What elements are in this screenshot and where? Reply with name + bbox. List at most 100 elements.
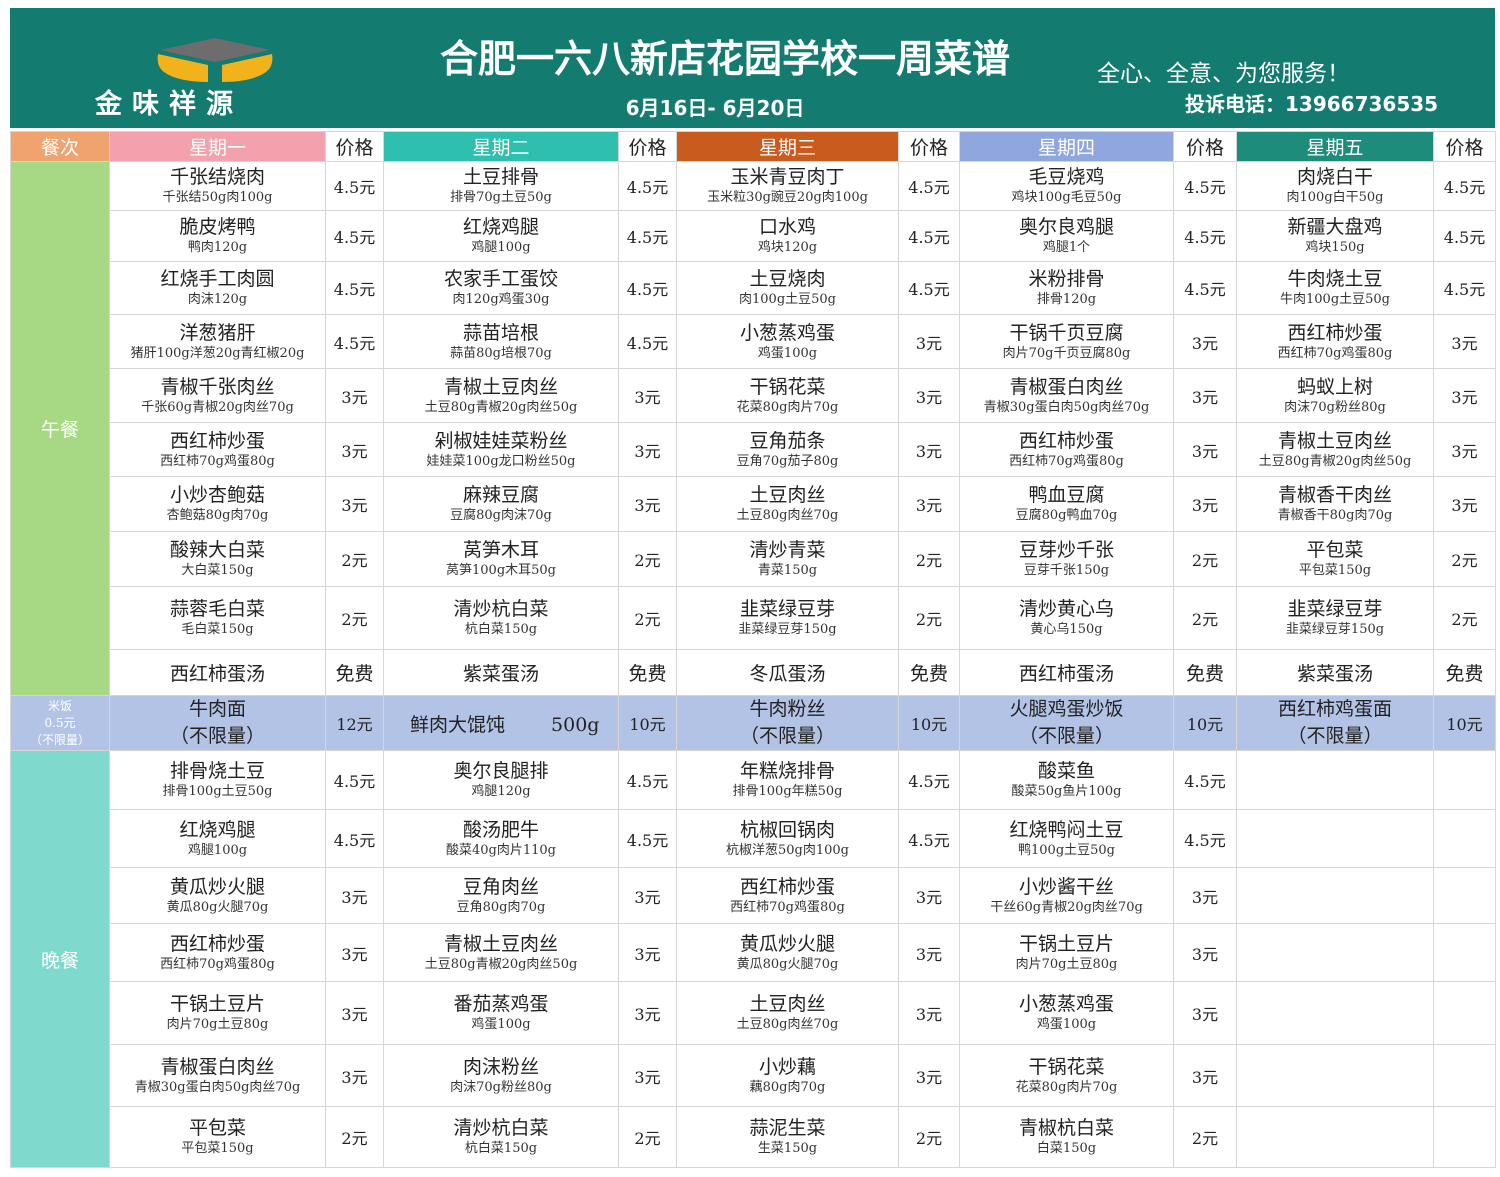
dish-ingredients: 千张60g青椒20g肉丝70g bbox=[141, 399, 294, 415]
price-cell: 3元 bbox=[1173, 314, 1237, 369]
dish-name: 米粉排骨 bbox=[1028, 268, 1105, 290]
dish-cell: 清炒杭白菜 杭白菜150g bbox=[383, 1106, 619, 1168]
dish-cell: 牛肉烧土豆 牛肉100g土豆50g bbox=[1236, 261, 1434, 315]
dish-name: 豆角茄条 bbox=[749, 429, 826, 452]
empty-cell bbox=[1433, 867, 1496, 924]
dish-name: 酸菜鱼 bbox=[1037, 760, 1095, 782]
dish-name: 青椒杭白菜 bbox=[1018, 1117, 1114, 1139]
dish-ingredients: 鸡腿120g bbox=[471, 784, 531, 799]
dish-cell: 清炒青菜 青菜150g bbox=[676, 531, 899, 587]
dish-cell: 蒜蓉毛白菜 毛白菜150g bbox=[109, 586, 326, 650]
dish-ingredients: 西红柿70g鸡蛋80g bbox=[730, 899, 845, 915]
price-cell: 4.5元 bbox=[898, 750, 960, 810]
price-cell: 4.5元 bbox=[898, 210, 960, 262]
dish-cell: 青椒土豆肉丝 土豆80g青椒20g肉丝50g bbox=[1236, 422, 1434, 477]
dish-name: 红烧鸡腿 bbox=[462, 216, 539, 238]
dish-ingredients: 杭白菜150g bbox=[464, 1141, 538, 1156]
dish-name: 清炒黄心乌 bbox=[1018, 598, 1114, 620]
price-cell: 4.5元 bbox=[325, 809, 384, 868]
price-cell: 10元 bbox=[1433, 695, 1496, 751]
price-cell: 4.5元 bbox=[618, 210, 677, 262]
dish-cell: 红烧鸡腿鸡腿100g bbox=[383, 210, 619, 262]
dish-name: 毛豆烧鸡 bbox=[1028, 166, 1105, 188]
dish-cell: 干锅花菜 花菜80g肉片70g bbox=[959, 1044, 1174, 1107]
dish-ingredients: 豆角80g肉70g bbox=[456, 899, 546, 915]
dish-ingredients: 肉沫120g bbox=[187, 292, 248, 307]
dish-ingredients: 排骨70g土豆50g bbox=[450, 190, 552, 205]
empty-cell bbox=[1236, 867, 1434, 924]
dish-cell: 韭菜绿豆芽 韭菜绿豆芽150g bbox=[1236, 586, 1434, 650]
price-cell: 3元 bbox=[1433, 422, 1496, 477]
price-cell: 10元 bbox=[618, 695, 677, 751]
dish-name: 青椒土豆肉丝 bbox=[1277, 429, 1392, 452]
dish-name: 西红柿炒蛋 bbox=[739, 875, 835, 898]
dish-name: 韭菜绿豆芽 bbox=[1287, 598, 1383, 620]
dish-cell: 干锅千页豆腐 肉片70g千页豆腐80g bbox=[959, 314, 1174, 369]
meal-rice-label-text: 米饭 bbox=[47, 698, 72, 713]
dish-name: 蒜泥生菜 bbox=[749, 1117, 826, 1139]
dish-name: 韭菜绿豆芽 bbox=[739, 598, 835, 620]
table-row: 午餐 千张结烧肉 千张结50g肉100g 4.5元 土豆排骨 排骨70g土豆50g 4.5元… bbox=[10, 161, 1496, 696]
price-cell: 12元 bbox=[325, 695, 384, 751]
dish-ingredients: 土豆80g肉丝70g bbox=[736, 1017, 839, 1032]
dish-cell: 韭菜绿豆芽 韭菜绿豆芽150g bbox=[676, 586, 899, 650]
dish-cell: 肉沫粉丝 肉沫70g粉丝80g bbox=[383, 1044, 619, 1107]
table-row: 青椒蛋白肉丝 青椒30g蛋白肉50g肉丝70g 3元 肉沫粉丝 肉沫70g粉丝80g 3元… bbox=[11, 1044, 1496, 1107]
dish-name: 蚂蚁上树 bbox=[1296, 375, 1373, 398]
price-cell: 4.5元 bbox=[325, 210, 384, 262]
dish-cell: 排骨烧土豆 排骨100g土豆50g bbox=[109, 750, 326, 810]
staple-dish-note: （不限量） bbox=[1287, 725, 1383, 747]
dish-cell: 西红柿炒蛋 西红柿70g鸡蛋80g bbox=[109, 923, 326, 982]
dish-name: 豆角肉丝 bbox=[462, 875, 539, 898]
table-row: 西红柿炒蛋 西红柿70g鸡蛋80g 3元 青椒土豆肉丝 土豆80g青椒20g肉丝50g 3… bbox=[11, 923, 1496, 982]
price-cell: 3元 bbox=[898, 981, 960, 1045]
dish-ingredients: 肉片70g千页豆腐80g bbox=[1002, 345, 1131, 361]
column-header-price: 价格 bbox=[325, 131, 384, 162]
empty-cell bbox=[1236, 1106, 1434, 1168]
dish-name: 干锅土豆片 bbox=[1018, 932, 1114, 955]
dish-cell: 小葱蒸鸡蛋 鸡蛋100g bbox=[676, 314, 899, 369]
price-cell: 2元 bbox=[1433, 586, 1496, 650]
dish-name: 黄瓜炒火腿 bbox=[739, 932, 835, 955]
price-cell: 3元 bbox=[325, 867, 384, 924]
table-row: 米饭 0.5元 （不限量） 牛肉面 （不限量） 12元 鲜肉大馄饨 500g 10元 牛肉粉丝 （不… bbox=[10, 695, 1496, 751]
meal-lunch-label: 午餐 bbox=[10, 161, 110, 696]
price-cell: 免费 bbox=[1173, 649, 1237, 696]
price-cell: 3元 bbox=[618, 368, 677, 423]
staple-dish-note: （不限量） bbox=[1018, 725, 1114, 747]
dish-ingredients: 鸡腿100g bbox=[471, 240, 531, 255]
dish-cell: 清炒杭白菜 杭白菜150g bbox=[383, 586, 619, 650]
dish-cell: 番茄蒸鸡蛋 鸡蛋100g bbox=[383, 981, 619, 1045]
dish-name: 小炒藕 bbox=[758, 1055, 816, 1078]
price-cell: 2元 bbox=[898, 586, 960, 650]
dish-name: 土豆排骨 bbox=[462, 166, 539, 188]
staple-dish-cell: 鲜肉大馄饨 500g bbox=[383, 695, 619, 751]
dish-name: 脆皮烤鸭 bbox=[179, 216, 256, 238]
dish-ingredients: 鸡块120g bbox=[757, 240, 818, 255]
dish-cell: 小炒杏鲍菇 杏鲍菇80g肉70g bbox=[109, 476, 326, 532]
dish-ingredients: 青菜150g bbox=[757, 563, 818, 578]
column-header-price: 价格 bbox=[898, 131, 960, 162]
table-row: 蒜蓉毛白菜 毛白菜150g 2元 清炒杭白菜 杭白菜150g 2元 韭菜绿豆芽 韭菜绿豆芽15… bbox=[11, 586, 1496, 650]
dish-name: 牛肉烧土豆 bbox=[1287, 268, 1383, 290]
table-row: 青椒千张肉丝 千张60g青椒20g肉丝70g 3元 青椒土豆肉丝 土豆80g青椒20g肉… bbox=[11, 368, 1496, 423]
price-cell: 3元 bbox=[325, 1044, 384, 1107]
dish-ingredients: 排骨100g土豆50g bbox=[162, 784, 273, 799]
empty-cell bbox=[1433, 1044, 1496, 1107]
dish-name: 小葱蒸鸡蛋 bbox=[1018, 993, 1114, 1015]
column-header-price: 价格 bbox=[618, 131, 677, 162]
price-cell: 3元 bbox=[1173, 923, 1237, 982]
dish-ingredients: 鸡蛋100g bbox=[471, 1017, 531, 1032]
dish-ingredients: 娃娃菜100g龙口粉丝50g bbox=[426, 453, 576, 469]
dish-name: 新疆大盘鸡 bbox=[1287, 216, 1383, 238]
dish-cell: 土豆肉丝 土豆80g肉丝70g bbox=[676, 476, 899, 532]
staple-dish-name: 牛肉面 bbox=[188, 698, 246, 720]
price-cell: 3元 bbox=[898, 314, 960, 369]
price-cell: 4.5元 bbox=[1173, 161, 1237, 211]
dish-name: 青椒蛋白肉丝 bbox=[1009, 375, 1124, 398]
meal-lunch-label-text: 午餐 bbox=[40, 419, 79, 441]
dish-cell: 玉米青豆肉丁 玉米粒30g豌豆20g肉100g bbox=[676, 161, 899, 211]
dish-name: 红烧鸡腿 bbox=[179, 818, 256, 841]
dish-ingredients: 土豆80g青椒20g肉丝50g bbox=[424, 956, 578, 972]
price-cell: 3元 bbox=[1173, 867, 1237, 924]
